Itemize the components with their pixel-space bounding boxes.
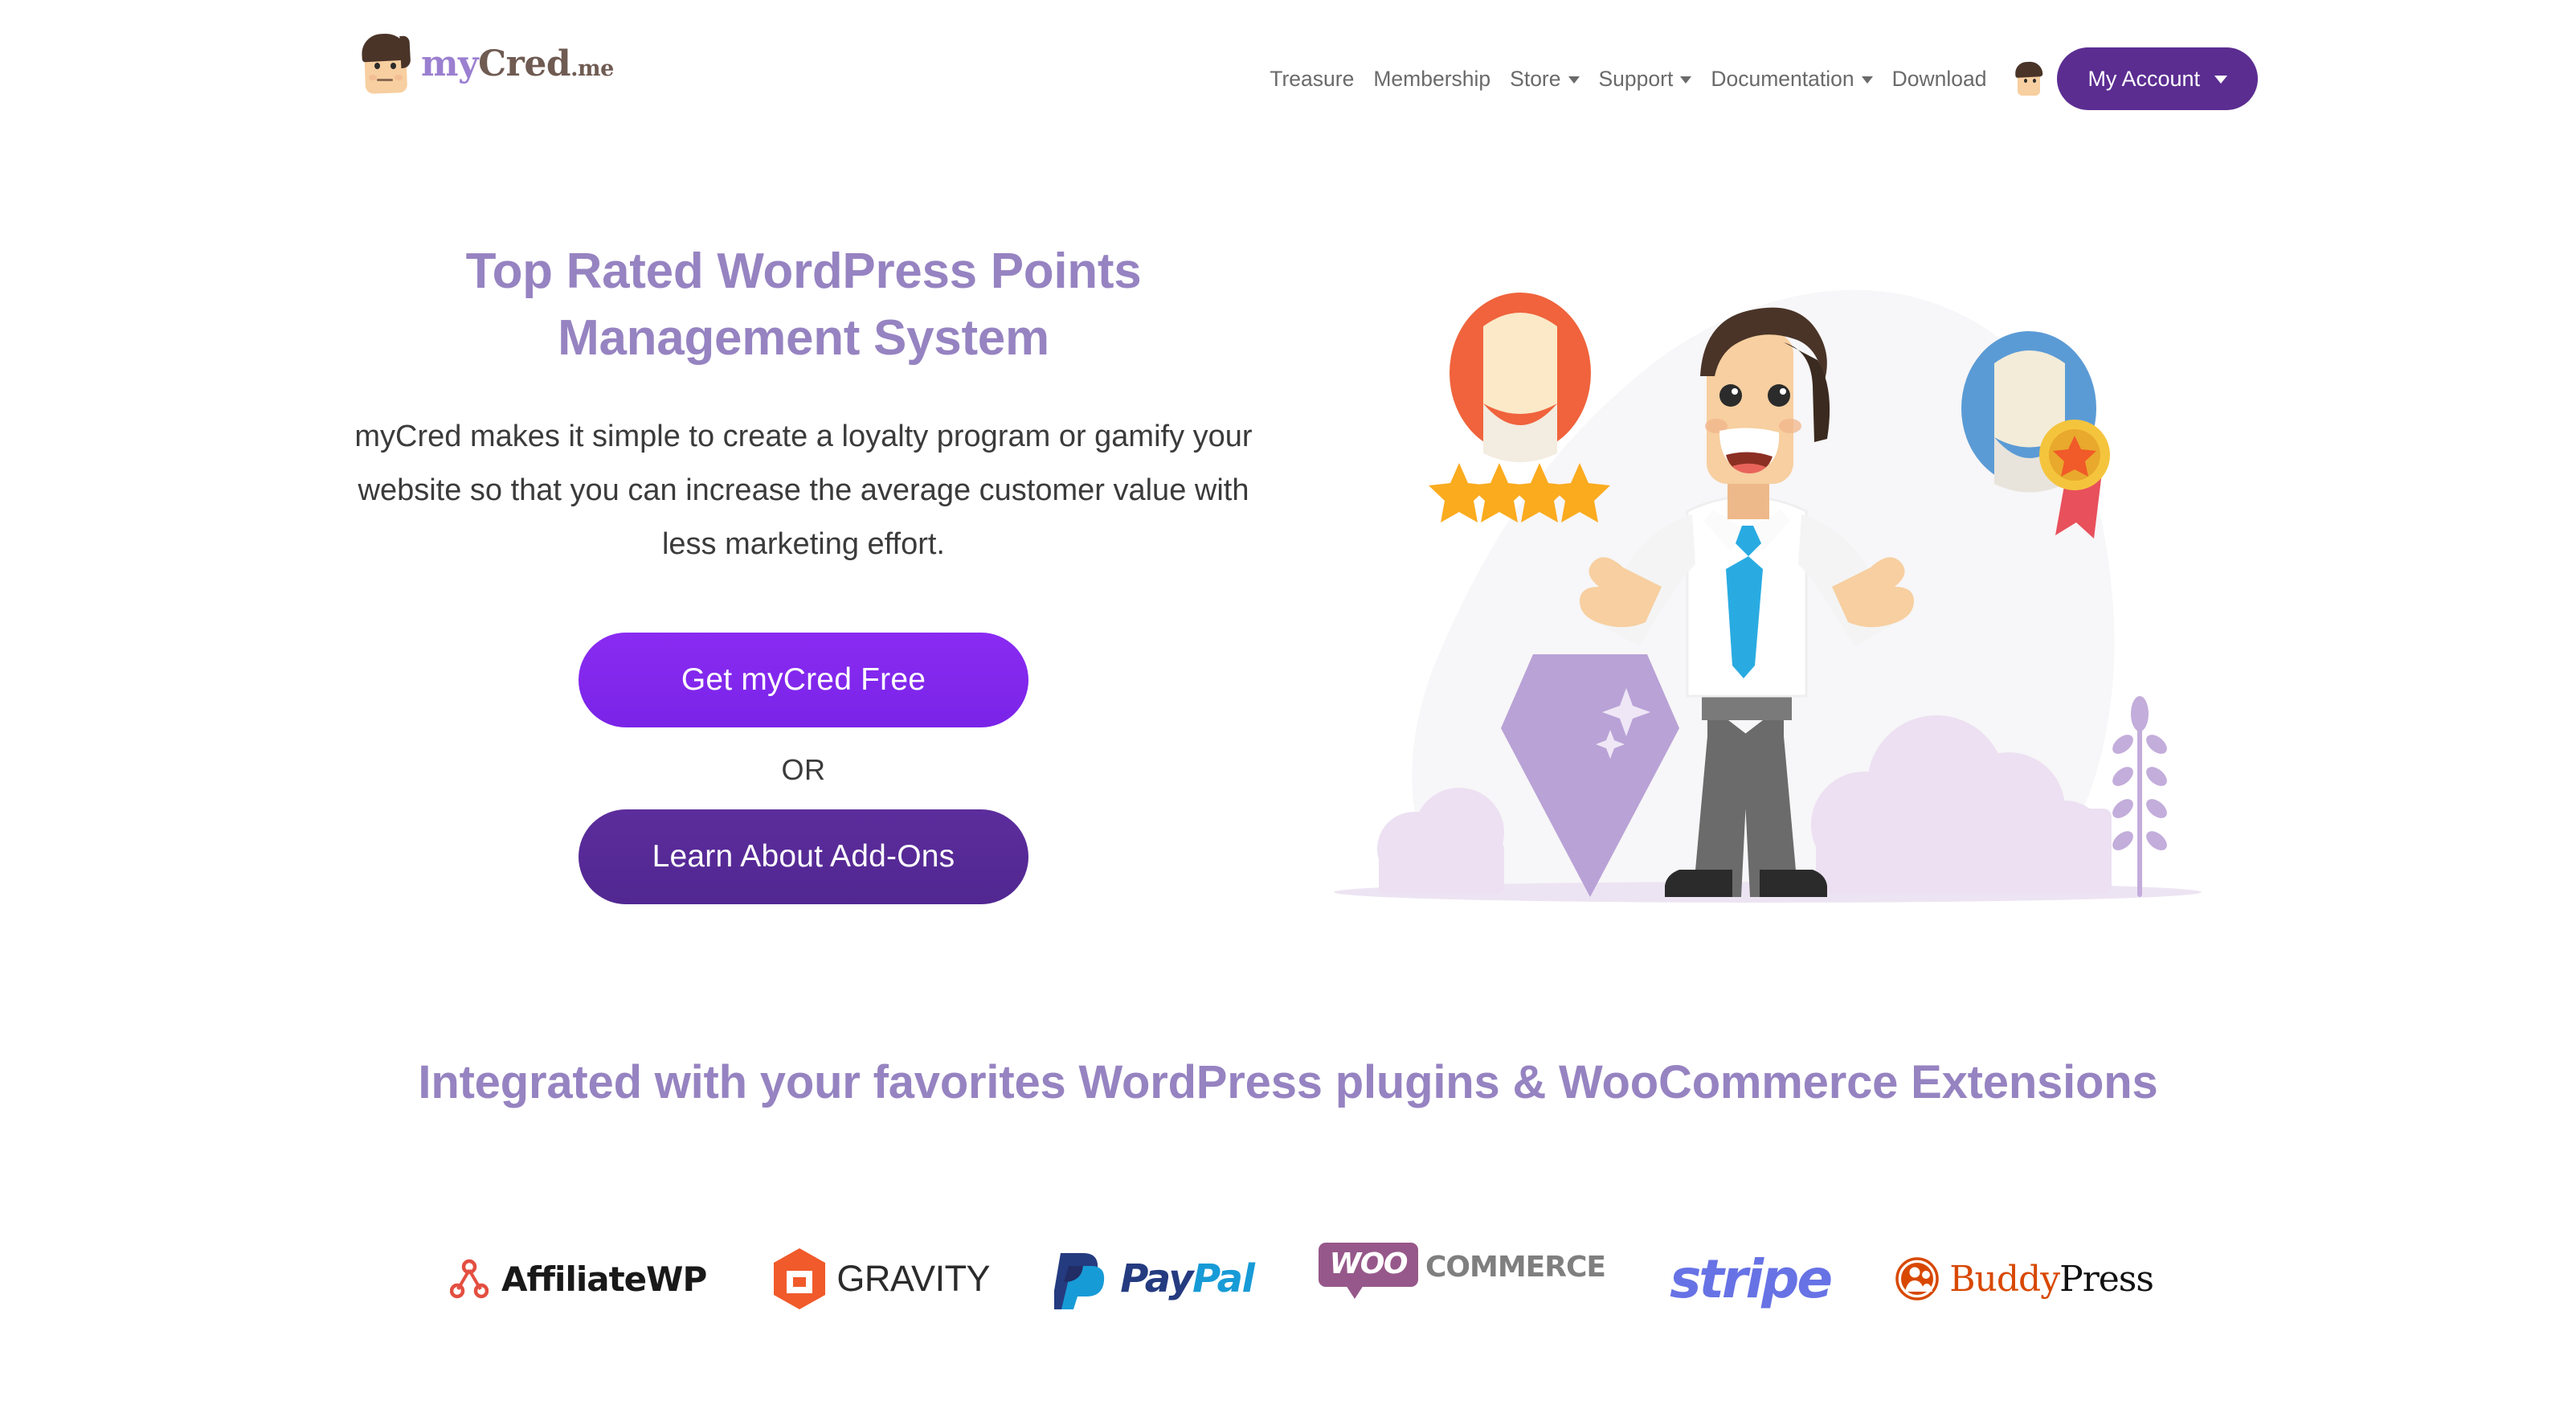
avatar-face-icon	[360, 32, 410, 95]
paypal-word-pay: Pay	[1120, 1256, 1193, 1301]
hero-cta-group: Get myCred Free OR Learn About Add-Ons	[329, 632, 1278, 904]
my-account-button[interactable]: My Account	[2057, 47, 2258, 110]
woocommerce-word-woo: WOO	[1329, 1247, 1409, 1280]
affiliatewp-node-icon	[450, 1259, 489, 1299]
nav-label: Download	[1891, 66, 1987, 91]
hero-copy: Top Rated WordPress Points Management Sy…	[329, 238, 1278, 904]
chevron-down-icon	[1680, 76, 1692, 84]
integrations-title: Integrated with your favorites WordPress…	[418, 1056, 2158, 1108]
learn-about-addons-button[interactable]: Learn About Add-Ons	[579, 809, 1028, 904]
hero-illustration	[1302, 190, 2234, 1002]
logo-paypal[interactable]: PayPal	[1054, 1243, 1255, 1315]
get-mycred-free-button[interactable]: Get myCred Free	[579, 632, 1028, 727]
paypal-word-pal: Pal	[1192, 1256, 1255, 1301]
hero-subtitle: myCred makes it simple to create a loyal…	[354, 420, 1253, 561]
brand-name-my: my	[421, 43, 479, 84]
buddypress-word-buddy: Buddy	[1949, 1258, 2060, 1300]
integration-logo-strip: AffiliateWP GRAVITY PayPal WOO COMMERCE …	[450, 1243, 2154, 1315]
nav-label: Treasure	[1270, 66, 1355, 91]
nav-label: Store	[1510, 66, 1561, 91]
nav-label: Membership	[1373, 66, 1491, 91]
integrations-section: Integrated with your favorites WordPress…	[0, 1018, 2576, 1405]
nav-item-documentation[interactable]: Documentation	[1701, 68, 1882, 90]
gravity-forms-hex-icon	[774, 1248, 826, 1309]
brand-wordmark: myCred.me	[421, 47, 614, 82]
buddypress-label: BuddyPress	[1949, 1258, 2154, 1300]
woocommerce-word-commerce: COMMERCE	[1425, 1251, 1606, 1284]
nav-item-download[interactable]: Download	[1883, 68, 1997, 90]
landing-page: myCred.me Treasure Membership Store Supp…	[0, 0, 2576, 1405]
chevron-down-icon	[1568, 76, 1580, 84]
orange-avatar-badge	[1450, 293, 1591, 462]
logo-gravity[interactable]: GRAVITY	[771, 1243, 991, 1315]
nav-label: Documentation	[1711, 66, 1854, 91]
my-account-label: My Account	[2087, 66, 2200, 91]
brand-name-cred: Cred	[478, 43, 571, 84]
user-avatar-icon[interactable]	[2014, 61, 2044, 96]
brand-logo[interactable]: myCred.me	[360, 32, 614, 95]
nav-item-support[interactable]: Support	[1589, 68, 1702, 90]
paypal-label: PayPal	[1120, 1256, 1255, 1301]
logo-woocommerce[interactable]: WOO COMMERCE	[1318, 1243, 1606, 1315]
main-navigation: Treasure Membership Store Support Docume…	[1260, 47, 2258, 110]
nav-label: Support	[1598, 66, 1674, 91]
nav-item-membership[interactable]: Membership	[1364, 68, 1500, 90]
gravity-label: GRAVITY	[836, 1258, 991, 1299]
buddypress-word-press: Press	[2059, 1258, 2154, 1300]
logo-stripe[interactable]: stripe	[1670, 1243, 1833, 1315]
buddypress-person-icon	[1895, 1257, 1939, 1301]
stripe-wordmark: stripe	[1670, 1247, 1833, 1310]
hero-section: Top Rated WordPress Points Management Sy…	[0, 158, 2576, 1018]
cta-divider-label: OR	[781, 752, 826, 786]
brand-name-me: .me	[570, 56, 614, 81]
logo-buddypress[interactable]: BuddyPress	[1895, 1243, 2154, 1315]
nav-item-treasure[interactable]: Treasure	[1260, 68, 1364, 90]
woocommerce-bubble-icon: WOO	[1318, 1243, 1418, 1299]
site-header: myCred.me Treasure Membership Store Supp…	[0, 0, 2576, 158]
page-title: Top Rated WordPress Points Management Sy…	[465, 244, 1142, 367]
nav-item-store[interactable]: Store	[1500, 68, 1589, 90]
chevron-down-icon	[1861, 76, 1873, 84]
affiliatewp-label: AffiliateWP	[501, 1259, 707, 1299]
paypal-pp-icon	[1054, 1253, 1105, 1309]
chevron-down-icon	[2214, 76, 2227, 84]
logo-affiliatewp[interactable]: AffiliateWP	[450, 1243, 707, 1315]
